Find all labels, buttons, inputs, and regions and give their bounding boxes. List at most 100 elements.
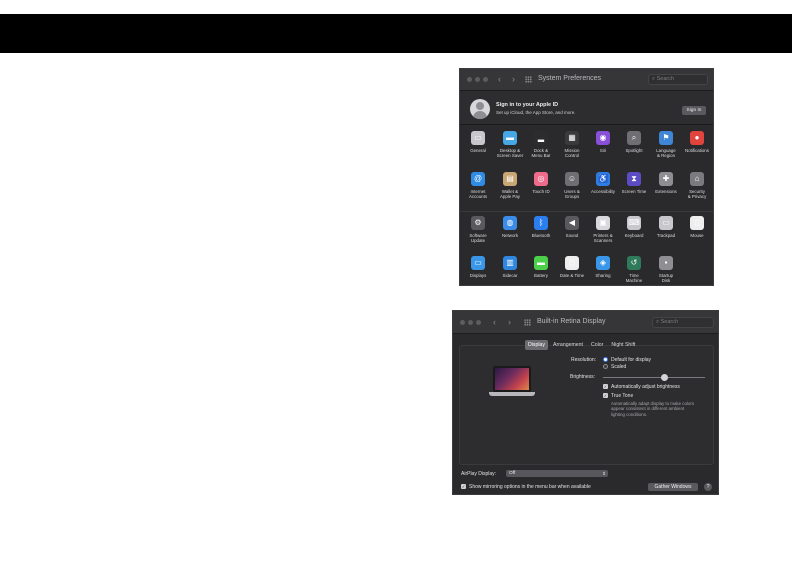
pref-pane-printers-scanners[interactable]: ▣ Printers & Scanners	[588, 216, 618, 243]
resolution-scaled-label: Scaled	[611, 364, 627, 370]
window-title: System Preferences	[538, 75, 602, 82]
date-time-icon: ◷	[565, 256, 579, 270]
pref-pane-label: Desktop & Screen Saver	[496, 148, 524, 158]
pref-pane-spotlight[interactable]: ⌕ Spotlight	[619, 131, 649, 153]
show-all-grid-icon[interactable]	[525, 76, 532, 83]
laptop-display-icon	[489, 366, 535, 400]
avatar[interactable]	[470, 99, 490, 119]
airplay-display-label: AirPlay Display:	[461, 471, 497, 477]
keyboard-icon: ⌨	[627, 216, 641, 230]
pref-pane-sidecar[interactable]: ▥ Sidecar	[495, 256, 525, 278]
pref-pane-sharing[interactable]: ◈ Sharing	[588, 256, 618, 278]
pref-pane-battery[interactable]: ▬ Battery	[526, 256, 556, 278]
mission-control-icon: ▦	[565, 131, 579, 145]
forward-button[interactable]: ›	[508, 316, 511, 328]
pref-pane-trackpad[interactable]: ▭ Trackpad	[651, 216, 681, 238]
pref-pane-notifications[interactable]: ● Notifications	[682, 131, 712, 153]
touch-id-icon: ◎	[534, 172, 548, 186]
search-field[interactable]: ⌕ Search	[652, 317, 714, 328]
help-button[interactable]: ?	[704, 483, 712, 491]
show-all-grid-icon[interactable]	[524, 319, 531, 326]
pref-pane-desktop-screensaver[interactable]: ▬ Desktop & Screen Saver	[495, 131, 525, 158]
spotlight-icon: ⌕	[627, 131, 641, 145]
pref-pane-security-privacy[interactable]: ⌂ Security & Privacy	[682, 172, 712, 199]
pref-pane-displays[interactable]: ▭ Displays	[463, 256, 493, 278]
search-field[interactable]: ⌕ Search	[648, 74, 708, 85]
pref-pane-label: Language & Region	[656, 148, 676, 158]
sign-in-button[interactable]: Sign In	[682, 106, 706, 115]
pref-pane-wallet[interactable]: ▤ Wallet & Apple Pay	[495, 172, 525, 199]
sound-icon: ◀	[565, 216, 579, 230]
pref-pane-siri[interactable]: ◉ Siri	[588, 131, 618, 153]
pref-pane-label: Internet Accounts	[468, 189, 488, 199]
close-button[interactable]	[467, 77, 472, 82]
forward-button[interactable]: ›	[512, 73, 515, 85]
resolution-default-radio[interactable]	[603, 357, 608, 362]
pref-pane-network[interactable]: ◍ Network	[495, 216, 525, 238]
pref-pane-users-groups[interactable]: ☺ Users & Groups	[557, 172, 587, 199]
pref-pane-sound[interactable]: ◀ Sound	[557, 216, 587, 238]
tab-display[interactable]: Display	[525, 340, 549, 350]
zoom-button[interactable]	[483, 77, 488, 82]
top-black-bar	[0, 14, 792, 53]
pref-pane-language-region[interactable]: ⚑ Language & Region	[651, 131, 681, 158]
pref-pane-label: Siri	[599, 148, 607, 153]
pref-pane-time-machine[interactable]: ↺ Time Machine	[619, 256, 649, 283]
zoom-button[interactable]	[476, 320, 481, 325]
pref-pane-label: Keyboard	[624, 233, 644, 238]
minimize-button[interactable]	[475, 77, 480, 82]
brightness-slider[interactable]	[603, 377, 705, 378]
printers-scanners-icon: ▣	[596, 216, 610, 230]
display-settings-panel: Resolution: Default for display Scaled B…	[459, 345, 714, 465]
pref-pane-extensions[interactable]: ✚ Extensions	[651, 172, 681, 194]
pref-pane-dock-menubar[interactable]: ▂ Dock & Menu Bar	[526, 131, 556, 158]
true-tone-label: True Tone	[611, 393, 634, 399]
time-machine-icon: ↺	[627, 256, 641, 270]
auto-brightness-checkbox[interactable]: ✓	[603, 384, 608, 389]
airplay-display-select[interactable]: Off ⇕	[506, 470, 608, 477]
pref-pane-general[interactable]: ▭ General	[463, 131, 493, 153]
tab-night-shift[interactable]: Night Shift	[608, 340, 638, 350]
true-tone-checkbox[interactable]: ✓	[603, 393, 608, 398]
pref-pane-label: Startup Disk	[658, 273, 674, 283]
resolution-scaled-radio[interactable]	[603, 364, 608, 369]
pref-pane-label: Touch ID	[532, 189, 550, 194]
sidecar-icon: ▥	[503, 256, 517, 270]
tab-arrangement[interactable]: Arrangement	[550, 340, 586, 350]
pref-pane-software-update[interactable]: ⚙ Software Update	[463, 216, 493, 243]
language-region-icon: ⚑	[659, 131, 673, 145]
pref-pane-startup-disk[interactable]: ▪ Startup Disk	[651, 256, 681, 283]
pref-pane-label: Dock & Menu Bar	[531, 148, 551, 158]
pref-pane-label: Sound	[565, 233, 579, 238]
row-divider	[460, 211, 713, 212]
pref-pane-label: Notifications	[685, 148, 709, 153]
brightness-slider-knob[interactable]	[660, 374, 668, 381]
apple-id-title: Sign in to your Apple ID	[496, 102, 559, 108]
pref-pane-date-time[interactable]: ◷ Date & Time	[557, 256, 587, 278]
tab-bar: Display Arrangement Color Night Shift	[525, 340, 638, 350]
pref-pane-mission-control[interactable]: ▦ Mission Control	[557, 131, 587, 158]
internet-accounts-icon: @	[471, 172, 485, 186]
pref-pane-label: Mouse	[690, 233, 704, 238]
minimize-button[interactable]	[468, 320, 473, 325]
pref-pane-internet-accounts[interactable]: @ Internet Accounts	[463, 172, 493, 199]
pref-pane-screen-time[interactable]: ⧗ Screen Time	[619, 172, 649, 194]
back-button[interactable]: ‹	[493, 316, 496, 328]
tab-color[interactable]: Color	[588, 340, 606, 350]
gather-windows-button[interactable]: Gather Windows	[648, 483, 698, 491]
pref-pane-touch-id[interactable]: ◎ Touch ID	[526, 172, 556, 194]
wallet-icon: ▤	[503, 172, 517, 186]
pref-pane-accessibility[interactable]: ♿ Accessibility	[588, 172, 618, 194]
pref-pane-mouse[interactable]: ▯ Mouse	[682, 216, 712, 238]
accessibility-icon: ♿	[596, 172, 610, 186]
startup-disk-icon: ▪	[659, 256, 673, 270]
mirroring-checkbox[interactable]: ✓	[461, 484, 466, 489]
pref-pane-label: Battery	[534, 273, 548, 278]
general-icon: ▭	[471, 131, 485, 145]
pref-pane-bluetooth[interactable]: ᛒ Bluetooth	[526, 216, 556, 238]
close-button[interactable]	[460, 320, 465, 325]
auto-brightness-label: Automatically adjust brightness	[611, 384, 680, 390]
pref-pane-keyboard[interactable]: ⌨ Keyboard	[619, 216, 649, 238]
back-button[interactable]: ‹	[498, 73, 501, 85]
displays-icon: ▭	[471, 256, 485, 270]
